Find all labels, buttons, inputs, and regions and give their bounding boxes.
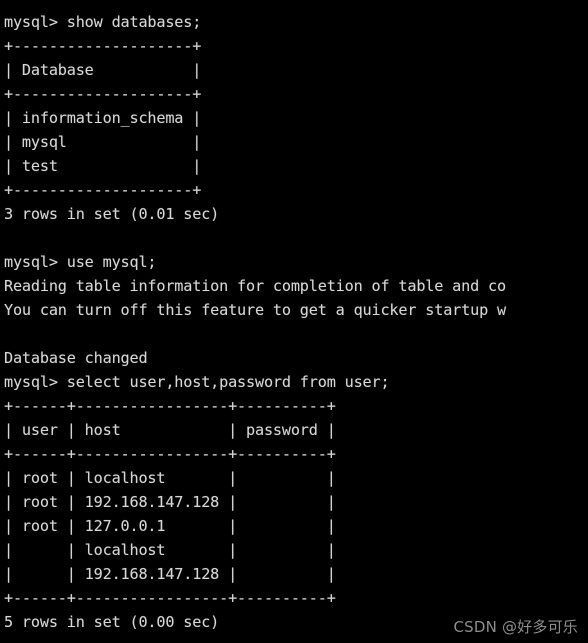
terminal-line: Reading table information for completion…	[4, 277, 506, 295]
csdn-watermark: CSDN @好多可乐	[453, 618, 578, 636]
terminal-line: 3 rows in set (0.01 sec)	[4, 205, 220, 223]
terminal-line: | root | 127.0.0.1 | |	[4, 517, 336, 535]
terminal-line: +------+-----------------+----------+	[4, 589, 336, 607]
terminal-line: | | localhost | |	[4, 541, 336, 559]
terminal-line: +--------------------+	[4, 181, 202, 199]
terminal-line: +------+-----------------+----------+	[4, 445, 336, 463]
terminal-line: Database changed	[4, 349, 148, 367]
terminal-line: | root | 192.168.147.128 | |	[4, 493, 336, 511]
terminal-line: +--------------------+	[4, 85, 202, 103]
terminal-line: | root | localhost | |	[4, 469, 336, 487]
terminal-line: +------+-----------------+----------+	[4, 397, 336, 415]
terminal-line: mysql> select user,host,password from us…	[4, 373, 390, 391]
terminal-line: mysql> use mysql;	[4, 253, 157, 271]
terminal-line: | mysql |	[4, 133, 202, 151]
terminal-line: +--------------------+	[4, 37, 202, 55]
terminal-line: | user | host | password |	[4, 421, 336, 439]
terminal-line: You can turn off this feature to get a q…	[4, 301, 506, 319]
terminal-window[interactable]: mysql> show databases; +----------------…	[0, 0, 588, 643]
terminal-line: | | 192.168.147.128 | |	[4, 565, 336, 583]
terminal-line: mysql> show databases;	[4, 13, 202, 31]
terminal-line: | Database |	[4, 61, 202, 79]
terminal-line: | information_schema |	[4, 109, 202, 127]
terminal-line: | test |	[4, 157, 202, 175]
